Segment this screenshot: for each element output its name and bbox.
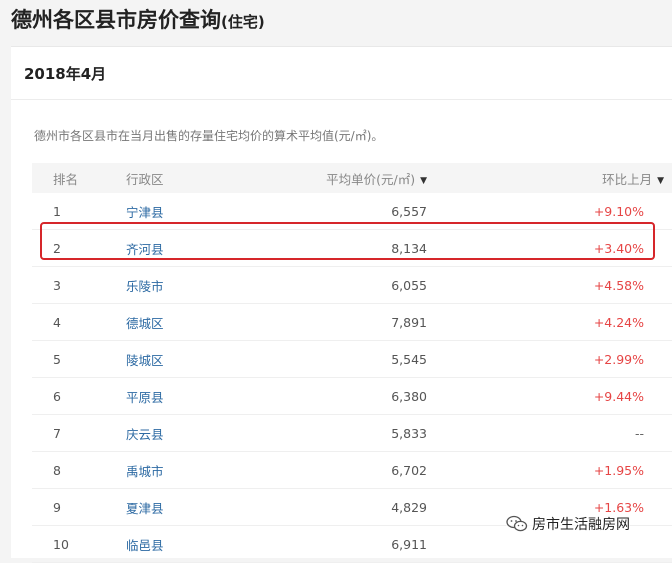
mom-change-cell: +9.10% [593, 203, 644, 219]
district-cell: 乐陵市 [92, 276, 267, 295]
avg-price-cell: 6,055 [391, 277, 427, 293]
avg-price-cell: 6,380 [391, 388, 427, 404]
district-cell: 德城区 [92, 313, 267, 332]
table-row: 7 庆云县 5,833 -- [32, 415, 672, 452]
avg-price-cell: 6,911 [391, 536, 427, 552]
rank-cell: 6 [53, 388, 61, 404]
table-header: 排名 行政区 平均单价(元/㎡) ▼ 环比上月 ▼ [32, 163, 672, 193]
mom-change-cell: -- [634, 425, 644, 441]
table-description: 德州市各区县市在当月出售的存量住宅均价的算术平均值(元/㎡)。 [34, 129, 384, 143]
mom-change-cell: +2.99% [593, 351, 644, 367]
district-link[interactable]: 乐陵市 [126, 279, 164, 294]
rank-cell: 1 [53, 203, 61, 219]
mom-change-cell: +1.95% [593, 462, 644, 478]
district-link[interactable]: 庆云县 [126, 427, 164, 442]
table-row: 2 齐河县 8,134 +3.40% [32, 230, 672, 267]
mom-change-cell: +1.63% [593, 499, 644, 515]
mom-change-cell: +4.24% [593, 314, 644, 330]
watermark-text: 房市生活融房网 [532, 517, 630, 533]
column-header-rank: 排名 [53, 171, 79, 187]
table-row: 4 德城区 7,891 +4.24% [32, 304, 672, 341]
avg-price-cell: 5,545 [391, 351, 427, 367]
rank-cell: 4 [53, 314, 61, 330]
avg-price-cell: 7,891 [391, 314, 427, 330]
district-cell: 临邑县 [92, 535, 267, 554]
page-title: 德州各区县市房价查询(住宅) [11, 4, 265, 34]
page-title-text: 德州各区县市房价查询 [11, 8, 221, 32]
price-card: 2018年4月 德州市各区县市在当月出售的存量住宅均价的算术平均值(元/㎡)。 … [11, 46, 672, 563]
rank-cell: 2 [53, 240, 61, 256]
district-cell: 禹城市 [92, 461, 267, 480]
district-cell: 宁津县 [92, 202, 267, 221]
district-cell: 齐河县 [92, 239, 267, 258]
district-cell: 平原县 [92, 387, 267, 406]
rank-cell: 10 [53, 536, 69, 552]
avg-price-cell: 6,702 [391, 462, 427, 478]
mom-change-cell: +3.40% [593, 240, 644, 256]
mom-change-cell: +9.44% [593, 388, 644, 404]
mom-change-cell: +4.58% [593, 277, 644, 293]
district-link[interactable]: 临邑县 [126, 538, 164, 553]
table-body: 1 宁津县 6,557 +9.10% 2 齐河县 8,134 +3.40% 3 乐陵市 6,055 +… [32, 193, 672, 563]
rank-cell: 3 [53, 277, 61, 293]
avg-price-cell: 6,557 [391, 203, 427, 219]
district-link[interactable]: 夏津县 [126, 501, 164, 516]
watermark: 房市生活融房网 [506, 514, 630, 534]
rank-cell: 8 [53, 462, 61, 478]
rank-cell: 9 [53, 499, 61, 515]
column-header-district: 行政区 [126, 171, 164, 187]
table-row: 6 平原县 6,380 +9.44% [32, 378, 672, 415]
page-title-suffix: (住宅) [221, 13, 265, 31]
table-row: 3 乐陵市 6,055 +4.58% [32, 267, 672, 304]
district-link[interactable]: 德城区 [126, 316, 164, 331]
avg-price-cell: 5,833 [391, 425, 427, 441]
district-link[interactable]: 禹城市 [126, 464, 164, 479]
district-cell: 夏津县 [92, 498, 267, 517]
district-cell: 陵城区 [92, 350, 267, 369]
avg-price-cell: 4,829 [391, 499, 427, 515]
district-cell: 庆云县 [92, 424, 267, 443]
avg-price-cell: 8,134 [391, 240, 427, 256]
table-row: 1 宁津县 6,557 +9.10% [32, 193, 672, 230]
period-label: 2018年4月 [24, 64, 107, 83]
sort-down-icon[interactable]: ▼ [657, 176, 664, 186]
district-link[interactable]: 宁津县 [126, 205, 164, 220]
district-link[interactable]: 平原县 [126, 390, 164, 405]
table-row: 8 禹城市 6,702 +1.95% [32, 452, 672, 489]
column-header-avg-price-label: 平均单价(元/㎡) [326, 171, 416, 187]
column-header-mom[interactable]: 环比上月 ▼ [427, 169, 672, 188]
price-table: 排名 行政区 平均单价(元/㎡) ▼ 环比上月 ▼ 1 宁津县 6,557 +9.10% 2… [32, 163, 672, 563]
district-link[interactable]: 陵城区 [126, 353, 164, 368]
district-link[interactable]: 齐河县 [126, 242, 164, 257]
table-row: 5 陵城区 5,545 +2.99% [32, 341, 672, 378]
sort-down-icon[interactable]: ▼ [420, 176, 427, 186]
column-header-avg-price[interactable]: 平均单价(元/㎡) ▼ [267, 169, 427, 188]
column-header-mom-label: 环比上月 [602, 171, 653, 187]
rank-cell: 5 [53, 351, 61, 367]
wechat-icon [506, 515, 528, 532]
rank-cell: 7 [53, 425, 61, 441]
card-header: 2018年4月 [11, 47, 672, 100]
